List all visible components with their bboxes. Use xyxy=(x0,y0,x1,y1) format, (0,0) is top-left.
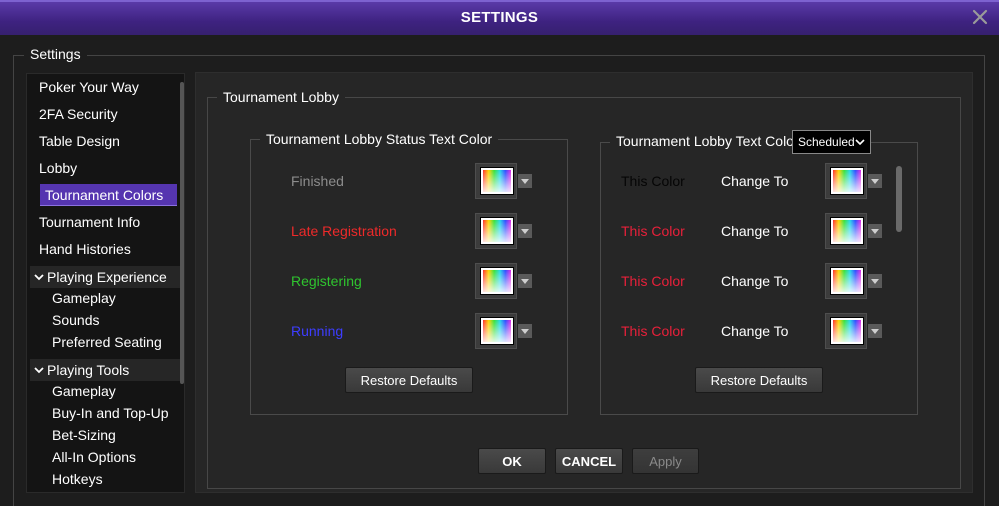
sidebar-item-tools-gameplay[interactable]: Gameplay xyxy=(52,380,116,402)
color-swatch xyxy=(480,167,514,195)
color-swatch xyxy=(480,267,514,295)
status-label-late-registration: Late Registration xyxy=(291,223,397,239)
status-filter-value: Scheduled xyxy=(798,135,855,149)
sidebar-item-2fa-security[interactable]: 2FA Security xyxy=(39,103,118,125)
sidebar-item-lobby[interactable]: Lobby xyxy=(39,157,77,179)
color-picker-text-1[interactable] xyxy=(825,163,883,199)
sidebar-item-all-in-options[interactable]: All-In Options xyxy=(52,446,136,468)
apply-button[interactable]: Apply xyxy=(632,448,699,474)
sidebar-group-playing-experience[interactable]: Playing Experience xyxy=(30,266,180,288)
settings-group-label: Settings xyxy=(24,46,87,62)
chevron-down-icon xyxy=(33,364,45,376)
text-colors-group-label: Tournament Lobby Text Colors xyxy=(610,133,812,149)
ok-button[interactable]: OK xyxy=(478,448,546,474)
this-color-label-1: This Color xyxy=(621,173,685,189)
color-picker-late-registration[interactable] xyxy=(475,213,533,249)
color-swatch xyxy=(480,217,514,245)
color-swatch xyxy=(830,317,864,345)
triangle-down-icon[interactable] xyxy=(518,174,532,188)
sidebar-item-hotkeys[interactable]: Hotkeys xyxy=(52,468,103,490)
color-swatch xyxy=(830,167,864,195)
sidebar-item-preferred-seating[interactable]: Preferred Seating xyxy=(52,331,162,353)
triangle-down-icon[interactable] xyxy=(518,324,532,338)
this-color-label-3: This Color xyxy=(621,273,685,289)
sidebar-item-tournament-colors[interactable]: Tournament Colors xyxy=(40,184,177,206)
this-color-label-2: This Color xyxy=(621,223,685,239)
sidebar-item-gameplay[interactable]: Gameplay xyxy=(52,287,116,309)
close-icon[interactable] xyxy=(971,8,989,26)
sidebar-scrollbar[interactable] xyxy=(180,82,184,384)
change-to-label-2: Change To xyxy=(721,223,789,239)
triangle-down-icon[interactable] xyxy=(868,174,882,188)
sidebar-group-label: Playing Experience xyxy=(47,269,167,285)
color-picker-text-3[interactable] xyxy=(825,263,883,299)
this-color-label-4: This Color xyxy=(621,323,685,339)
color-picker-running[interactable] xyxy=(475,313,533,349)
settings-sidebar: Poker Your Way 2FA Security Table Design… xyxy=(26,73,185,493)
color-swatch xyxy=(830,267,864,295)
sidebar-item-sounds[interactable]: Sounds xyxy=(52,309,99,331)
sidebar-item-table-design[interactable]: Table Design xyxy=(39,130,120,152)
change-to-label-1: Change To xyxy=(721,173,789,189)
color-picker-text-2[interactable] xyxy=(825,213,883,249)
sidebar-group-label: Playing Tools xyxy=(47,362,130,378)
change-to-label-3: Change To xyxy=(721,273,789,289)
sidebar-item-poker-your-way[interactable]: Poker Your Way xyxy=(39,76,139,98)
color-swatch xyxy=(830,217,864,245)
triangle-down-icon[interactable] xyxy=(518,274,532,288)
status-label-registering: Registering xyxy=(291,273,362,289)
tournament-lobby-group-label: Tournament Lobby xyxy=(217,89,345,105)
sidebar-item-bet-sizing[interactable]: Bet-Sizing xyxy=(52,424,116,446)
sidebar-item-buy-in-top-up[interactable]: Buy-In and Top-Up xyxy=(52,402,168,424)
status-label-finished: Finished xyxy=(291,173,344,189)
triangle-down-icon[interactable] xyxy=(868,324,882,338)
status-filter-select[interactable]: Scheduled xyxy=(792,130,871,154)
cancel-button[interactable]: CANCEL xyxy=(555,448,623,474)
status-restore-defaults-button[interactable]: Restore Defaults xyxy=(345,367,473,393)
sidebar-item-hand-histories[interactable]: Hand Histories xyxy=(39,238,131,260)
text-colors-scrollbar[interactable] xyxy=(896,166,902,232)
triangle-down-icon[interactable] xyxy=(868,274,882,288)
sidebar-group-playing-tools[interactable]: Playing Tools xyxy=(30,359,180,381)
color-picker-finished[interactable] xyxy=(475,163,533,199)
window-title: SETTINGS xyxy=(460,9,539,26)
triangle-down-icon[interactable] xyxy=(518,224,532,238)
color-picker-registering[interactable] xyxy=(475,263,533,299)
chevron-down-icon xyxy=(33,271,45,283)
chevron-down-icon xyxy=(855,137,865,147)
sidebar-item-tournament-info[interactable]: Tournament Info xyxy=(39,211,140,233)
text-restore-defaults-button[interactable]: Restore Defaults xyxy=(695,367,823,393)
status-label-running: Running xyxy=(291,323,344,339)
status-color-group-label: Tournament Lobby Status Text Color xyxy=(260,131,499,147)
change-to-label-4: Change To xyxy=(721,323,789,339)
color-picker-text-4[interactable] xyxy=(825,313,883,349)
triangle-down-icon[interactable] xyxy=(868,224,882,238)
color-swatch xyxy=(480,317,514,345)
title-bar: SETTINGS xyxy=(0,0,999,35)
